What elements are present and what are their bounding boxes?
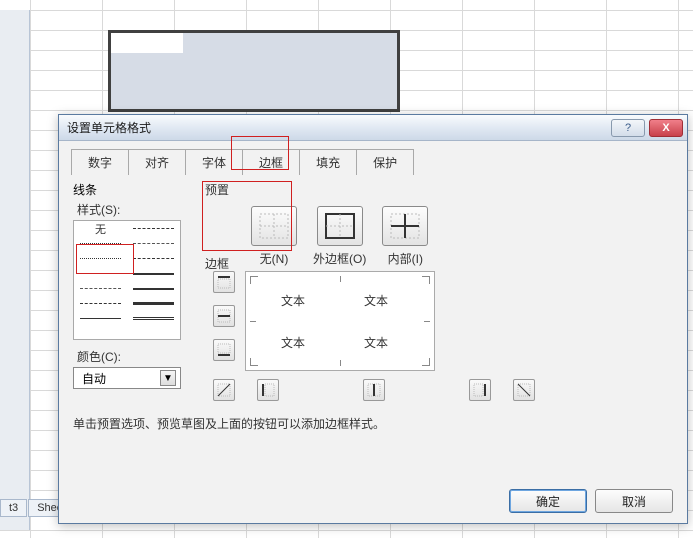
dialog-body: 线条 样式(S): 无	[59, 175, 687, 479]
style-option[interactable]	[127, 221, 180, 236]
tab-border[interactable]: 边框	[242, 149, 300, 175]
titlebar: 设置单元格格式 ? X	[59, 115, 687, 141]
color-label: 颜色(C):	[77, 348, 193, 365]
tick-marker	[250, 321, 256, 322]
preset-row: 无(N) 外边框(O)	[205, 198, 675, 271]
tab-number[interactable]: 数字	[71, 149, 129, 175]
active-cell	[111, 33, 183, 53]
line-style-list: 无	[73, 220, 181, 340]
ok-button[interactable]: 确定	[509, 489, 587, 513]
style-option[interactable]	[74, 311, 127, 326]
border-vmiddle-button[interactable]	[363, 379, 385, 401]
border-right-icon	[473, 383, 487, 397]
tabstrip: 数字 对齐 字体 边框 填充 保护	[59, 141, 687, 175]
corner-marker	[250, 358, 258, 366]
chevron-down-icon: ▼	[160, 370, 176, 386]
tab-alignment[interactable]: 对齐	[128, 149, 186, 175]
style-label: 样式(S):	[77, 201, 193, 218]
helper-text: 单击预置选项、预览草图及上面的按钮可以添加边框样式。	[73, 415, 673, 432]
style-option[interactable]	[127, 296, 180, 311]
tab-protection[interactable]: 保护	[356, 149, 414, 175]
border-left-button[interactable]	[257, 379, 279, 401]
border-top-icon	[217, 275, 231, 289]
border-preview[interactable]: 文本 文本 文本 文本	[245, 271, 435, 371]
preview-text: 文本	[364, 292, 388, 309]
border-vmiddle-icon	[367, 383, 381, 397]
preset-outline-icon	[325, 213, 355, 239]
style-option[interactable]	[74, 236, 127, 251]
border-diag-up-button[interactable]	[213, 379, 235, 401]
style-option[interactable]	[74, 296, 127, 311]
preset-inside-icon	[390, 213, 420, 239]
color-dropdown[interactable]: 自动 ▼	[73, 367, 181, 389]
preset-outline-button[interactable]	[317, 206, 363, 246]
corner-marker	[250, 276, 258, 284]
preset-none-button[interactable]	[251, 206, 297, 246]
dialog-footer: 确定 取消	[59, 479, 687, 523]
preview-text: 文本	[281, 292, 305, 309]
preset-inside-label: 内部(I)	[388, 250, 423, 267]
help-button[interactable]: ?	[611, 119, 645, 137]
border-left-icon	[261, 383, 275, 397]
style-option[interactable]	[127, 281, 180, 296]
preview-text: 文本	[364, 334, 388, 351]
tick-marker	[424, 321, 430, 322]
border-hmiddle-button[interactable]	[213, 305, 235, 327]
corner-marker	[422, 358, 430, 366]
style-option[interactable]	[127, 266, 180, 281]
preset-outline: 外边框(O)	[313, 206, 366, 267]
style-option[interactable]	[74, 251, 127, 266]
border-diag-up-icon	[217, 383, 231, 397]
border-bottom-icon	[217, 343, 231, 357]
preset-none: 无(N)	[251, 206, 297, 267]
close-button[interactable]: X	[649, 119, 683, 137]
cancel-button[interactable]: 取消	[595, 489, 673, 513]
selected-range	[108, 30, 400, 112]
border-label: 边框	[205, 255, 229, 272]
window-buttons: ? X	[611, 119, 687, 137]
tab-fill[interactable]: 填充	[299, 149, 357, 175]
preset-none-icon	[259, 213, 289, 239]
border-diag-down-icon	[517, 383, 531, 397]
border-right-button[interactable]	[469, 379, 491, 401]
dialog-title: 设置单元格格式	[67, 119, 151, 136]
row-header-gutter	[0, 10, 30, 530]
border-top-button[interactable]	[213, 271, 235, 293]
tick-marker	[340, 360, 341, 366]
tick-marker	[340, 276, 341, 282]
preset-area: 预置 无(N)	[205, 181, 675, 271]
preset-inside: 内部(I)	[382, 206, 428, 267]
tab-font[interactable]: 字体	[185, 149, 243, 175]
sheet-tab[interactable]: t3	[0, 499, 27, 517]
border-hmiddle-icon	[217, 309, 231, 323]
style-option[interactable]	[127, 251, 180, 266]
preset-outline-label: 外边框(O)	[313, 250, 366, 267]
format-cells-dialog: 设置单元格格式 ? X 数字 对齐 字体 边框 填充 保护 线条 样式(S): …	[58, 114, 688, 524]
corner-marker	[422, 276, 430, 284]
preview-text: 文本	[281, 334, 305, 351]
style-option[interactable]	[74, 281, 127, 296]
border-side-buttons	[213, 271, 235, 361]
border-bottom-buttons	[213, 379, 535, 401]
border-diag-down-button[interactable]	[513, 379, 535, 401]
color-value: 自动	[82, 370, 106, 387]
border-area: 文本 文本 文本 文本	[205, 271, 675, 401]
style-none[interactable]: 无	[74, 221, 127, 236]
preset-inside-button[interactable]	[382, 206, 428, 246]
style-option[interactable]	[127, 236, 180, 251]
style-option[interactable]	[127, 311, 180, 326]
border-bottom-button[interactable]	[213, 339, 235, 361]
preset-none-label: 无(N)	[260, 250, 289, 267]
preset-label: 预置	[205, 183, 229, 197]
line-group-label: 线条	[73, 183, 97, 197]
line-group: 线条 样式(S): 无	[73, 181, 193, 381]
style-option[interactable]	[74, 266, 127, 281]
